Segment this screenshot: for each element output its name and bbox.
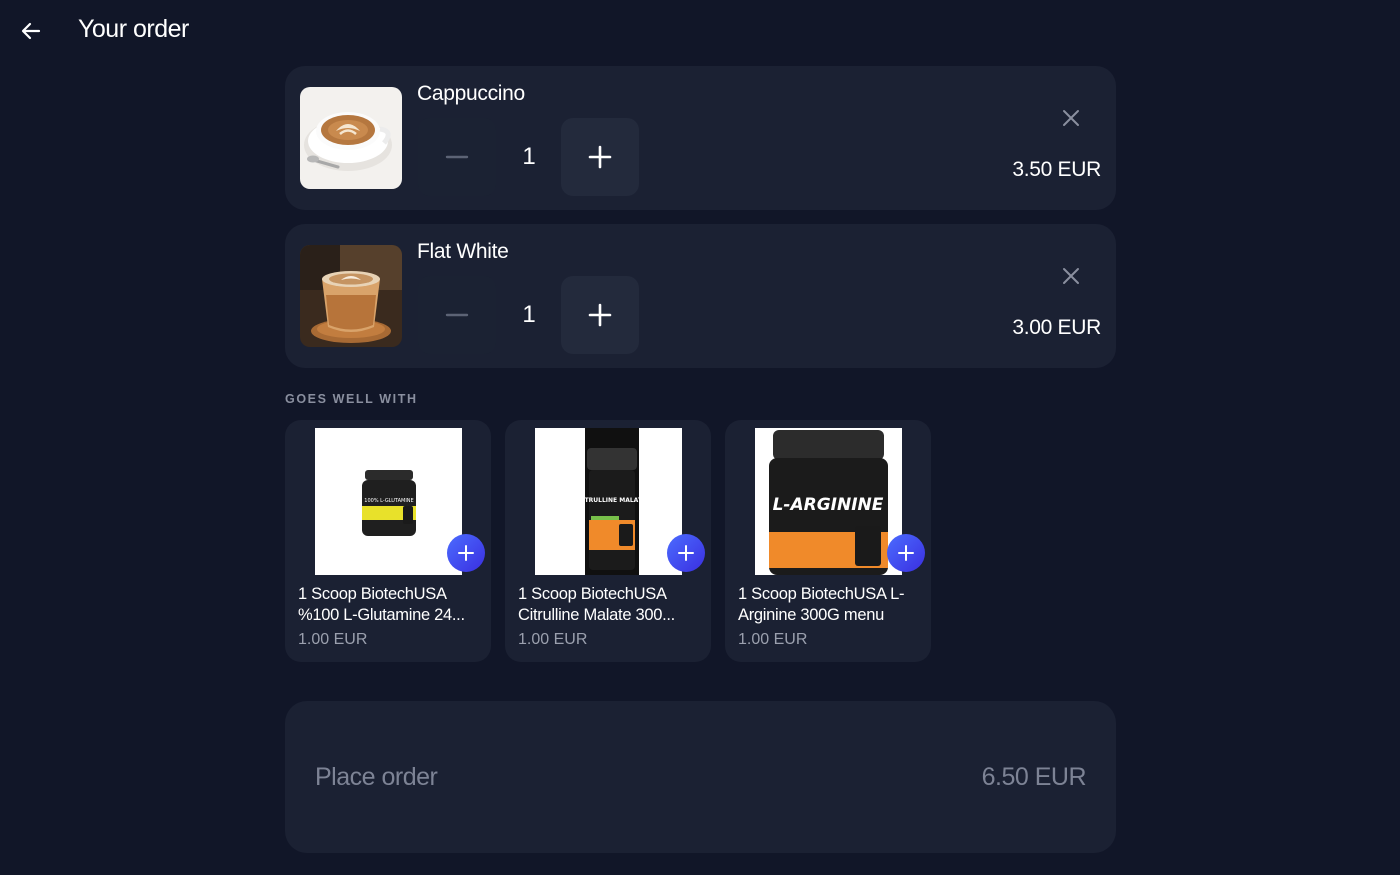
minus-icon — [445, 313, 469, 317]
page-title: Your order — [78, 15, 189, 43]
quantity-value: 1 — [522, 301, 536, 328]
add-to-order-button[interactable] — [887, 534, 925, 572]
plus-icon — [898, 545, 914, 561]
increase-quantity-button[interactable] — [561, 118, 639, 196]
arginine-jar: L-ARGININE — [755, 428, 902, 575]
back-button[interactable] — [14, 14, 48, 48]
place-order-button[interactable]: Place order 6.50 EUR — [285, 701, 1116, 853]
svg-text:100% L-GLUTAMINE: 100% L-GLUTAMINE — [364, 498, 413, 504]
place-order-label: Place order — [315, 763, 438, 791]
recommendation-card[interactable]: CITRULLINE MALATE 1 Scoop BiotechUSA Cit… — [505, 420, 711, 662]
remove-item-button[interactable] — [1057, 104, 1085, 132]
recommendation-price: 1.00 EUR — [298, 631, 368, 648]
quantity-value: 1 — [522, 143, 536, 170]
increase-quantity-button[interactable] — [561, 276, 639, 354]
cappuccino-photo — [300, 87, 402, 189]
plus-icon — [588, 145, 612, 169]
recommendation-price: 1.00 EUR — [518, 631, 588, 648]
item-price: 3.50 EUR — [1012, 158, 1101, 181]
decrease-quantity-button[interactable] — [418, 118, 496, 196]
recommendation-card[interactable]: 100% L-GLUTAMINE 1 Scoop BiotechUSA %100… — [285, 420, 491, 662]
decrease-quantity-button[interactable] — [418, 276, 496, 354]
order-item: Cappuccino 1 3.50 EUR — [285, 66, 1116, 210]
glutamine-jar: 100% L-GLUTAMINE — [315, 428, 462, 575]
close-icon — [1063, 110, 1079, 126]
minus-icon — [445, 155, 469, 159]
plus-icon — [458, 545, 474, 561]
add-to-order-button[interactable] — [447, 534, 485, 572]
item-name: Cappuccino — [417, 82, 525, 105]
svg-text:L-ARGININE: L-ARGININE — [773, 495, 884, 515]
header: Your order — [0, 0, 1400, 60]
order-item: Flat White 1 3.00 EUR — [285, 224, 1116, 368]
recommendation-price: 1.00 EUR — [738, 631, 808, 648]
item-price: 3.00 EUR — [1012, 316, 1101, 339]
plus-icon — [588, 303, 612, 327]
order-total: 6.50 EUR — [981, 763, 1087, 791]
item-name: Flat White — [417, 240, 509, 263]
recommendation-name: 1 Scoop BiotechUSA L-Arginine 300G menu — [738, 585, 905, 624]
arrow-left-icon — [21, 22, 41, 40]
remove-item-button[interactable] — [1057, 262, 1085, 290]
svg-text:CITRULLINE MALATE: CITRULLINE MALATE — [578, 497, 646, 504]
section-label: GOES WELL WITH — [285, 392, 418, 406]
citrulline-jar: CITRULLINE MALATE — [535, 428, 682, 575]
recommendation-card[interactable]: L-ARGININE 1 Scoop BiotechUSA L-Arginine… — [725, 420, 931, 662]
recommendation-name: 1 Scoop BiotechUSA Citrulline Malate 300… — [518, 585, 675, 624]
plus-icon — [678, 545, 694, 561]
flat-white-photo — [300, 245, 402, 347]
close-icon — [1063, 268, 1079, 284]
recommendation-name: 1 Scoop BiotechUSA %100 L-Glutamine 24..… — [298, 585, 465, 624]
add-to-order-button[interactable] — [667, 534, 705, 572]
